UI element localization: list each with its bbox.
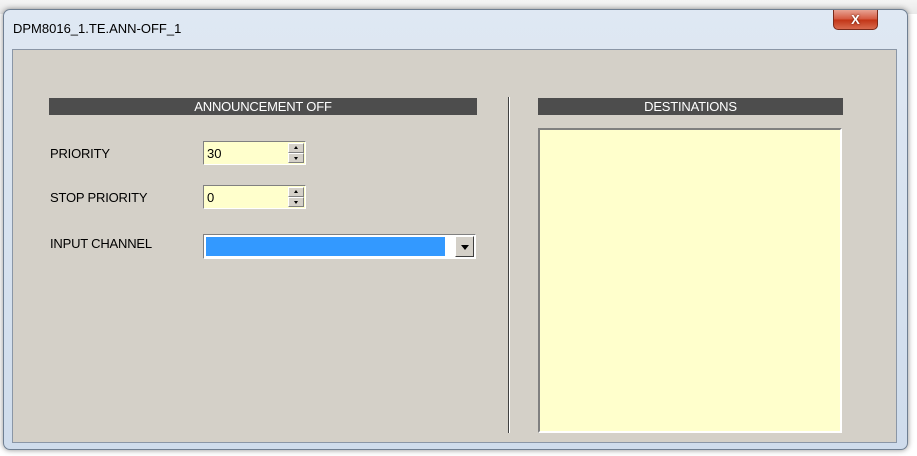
input-channel-label: INPUT CHANNEL <box>50 236 152 251</box>
stop-priority-increment-button[interactable] <box>288 187 304 197</box>
arrow-down-icon <box>294 201 298 204</box>
stop-priority-spinner[interactable]: 0 <box>203 185 306 209</box>
close-button[interactable]: X <box>833 10 878 30</box>
destinations-list[interactable] <box>538 128 842 433</box>
priority-spin-buttons <box>288 143 304 163</box>
window-title: DPM8016_1.TE.ANN-OFF_1 <box>13 21 182 36</box>
priority-decrement-button[interactable] <box>288 153 304 163</box>
announcement-off-header: ANNOUNCEMENT OFF <box>49 98 477 115</box>
input-channel-select[interactable] <box>203 234 476 259</box>
stop-priority-value[interactable]: 0 <box>207 190 214 205</box>
stop-priority-spin-buttons <box>288 187 304 207</box>
priority-label: PRIORITY <box>50 146 110 161</box>
arrow-up-icon <box>294 190 298 193</box>
arrow-up-icon <box>294 146 298 149</box>
input-channel-dropdown-button[interactable] <box>455 236 474 257</box>
title-bar[interactable]: DPM8016_1.TE.ANN-OFF_1 <box>4 10 907 50</box>
section-divider <box>508 97 510 433</box>
destinations-header: DESTINATIONS <box>538 98 843 115</box>
priority-increment-button[interactable] <box>288 143 304 153</box>
chevron-down-icon <box>461 245 469 250</box>
arrow-down-icon <box>294 157 298 160</box>
priority-spinner[interactable]: 30 <box>203 141 306 165</box>
close-icon: X <box>851 12 860 27</box>
stop-priority-decrement-button[interactable] <box>288 197 304 207</box>
priority-value[interactable]: 30 <box>207 146 221 161</box>
input-channel-selected-value[interactable] <box>206 237 445 256</box>
stop-priority-label: STOP PRIORITY <box>50 190 148 205</box>
